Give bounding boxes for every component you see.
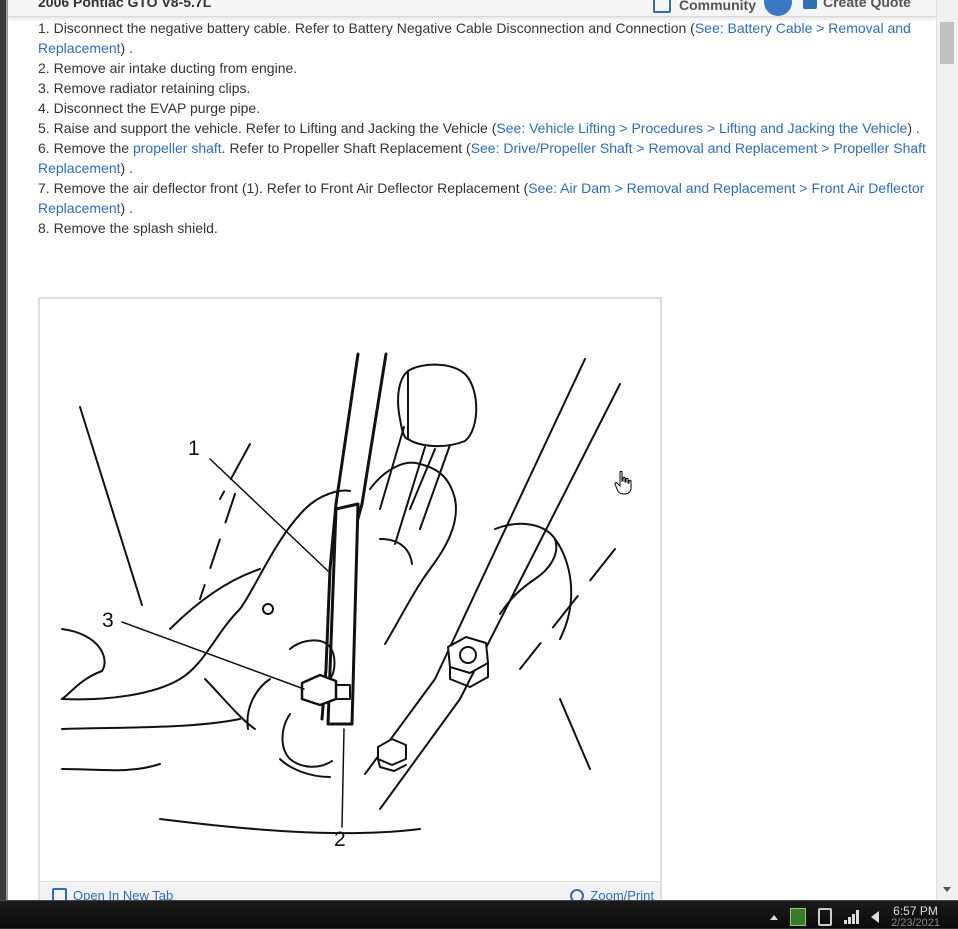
step-2: 2. Remove air intake ducting from engine… <box>38 60 298 76</box>
windows-taskbar: 6:57 PM 2/23/2021 <box>0 900 958 929</box>
community-badge <box>764 0 792 16</box>
vertical-scrollbar[interactable] <box>936 0 958 900</box>
create-quote-button[interactable]: Create Quote <box>803 0 911 10</box>
procedure-steps: 1. Disconnect the negative battery cable… <box>38 18 928 238</box>
window-left-edge <box>0 0 8 900</box>
power-plug-icon[interactable] <box>818 908 833 926</box>
volume-icon[interactable] <box>871 911 880 923</box>
scroll-down-arrow-icon[interactable] <box>943 887 951 892</box>
system-tray: 6:57 PM 2/23/2021 <box>770 905 940 929</box>
vehicle-title: 2006 Pontiac GTO V8-5.7L <box>38 0 212 10</box>
callout-3: 3 <box>102 609 114 632</box>
community-label: Community <box>679 0 756 13</box>
clock-time: 6:57 PM <box>893 904 938 918</box>
air-deflector-diagram: 1 3 2 <box>61 352 621 851</box>
scrollbar-thumb[interactable] <box>940 22 954 64</box>
network-signal-icon[interactable] <box>844 910 860 924</box>
step-8: 8. Remove the splash shield. <box>38 220 218 236</box>
top-header-bar: 2006 Pontiac GTO V8-5.7L Community Creat… <box>8 0 936 17</box>
community-button[interactable]: Community <box>653 0 792 16</box>
new-tab-icon <box>52 888 67 900</box>
step-6: 6. Remove the propeller shaft. Refer to … <box>38 140 926 176</box>
propeller-shaft-link[interactable]: propeller shaft <box>133 140 222 156</box>
show-hidden-icons-icon[interactable] <box>770 914 779 920</box>
taskbar-clock[interactable]: 6:57 PM 2/23/2021 <box>891 905 940 929</box>
tray-app-icon[interactable] <box>790 908 807 926</box>
chat-icon <box>653 0 671 13</box>
callout-2: 2 <box>334 828 346 851</box>
diagram-figure: 1 3 2 Open In New Tab Zoom/Print <box>38 297 662 900</box>
step-5: 5. Raise and support the vehicle. Refer … <box>38 120 920 136</box>
open-in-new-tab-button[interactable]: Open In New Tab <box>52 888 173 900</box>
callout-1: 1 <box>188 437 200 460</box>
hand-cursor-icon <box>614 470 632 495</box>
step-7: 7. Remove the air deflector front (1). R… <box>38 180 925 216</box>
quote-doc-icon <box>803 0 817 9</box>
zoom-print-button[interactable]: Zoom/Print <box>570 888 654 900</box>
create-quote-label: Create Quote <box>823 0 911 10</box>
clock-date: 2/23/2021 <box>891 917 940 929</box>
vehicle-lifting-link[interactable]: See: Vehicle Lifting > Procedures > Lift… <box>496 120 907 136</box>
zoom-icon <box>570 888 585 900</box>
step-4: 4. Disconnect the EVAP purge pipe. <box>38 100 261 116</box>
content-page: 2006 Pontiac GTO V8-5.7L Community Creat… <box>8 0 936 900</box>
step-1: 1. Disconnect the negative battery cable… <box>38 20 911 56</box>
figure-toolbar: Open In New Tab Zoom/Print <box>40 881 660 900</box>
step-3: 3. Remove radiator retaining clips. <box>38 80 251 96</box>
